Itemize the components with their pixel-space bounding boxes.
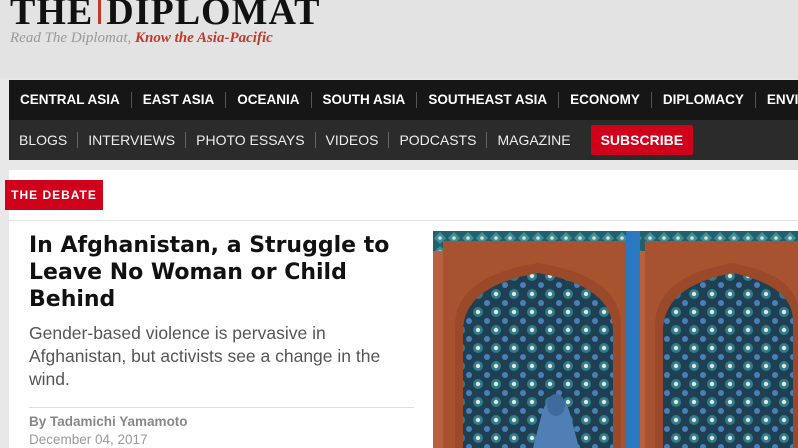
nav-videos[interactable]: VIDEOS [316,132,390,148]
nav-magazine[interactable]: MAGAZINE [487,132,580,148]
tagline-emphasis: Know the Asia-Pacific [135,30,273,46]
tagline: Read The Diplomat, Know the Asia-Pacific [10,30,273,47]
site-logo[interactable]: THE DIPLOMAT [10,0,320,34]
logo-divider [98,0,102,24]
nav-oceania[interactable]: OCEANIA [226,92,312,108]
nav-photo-essays[interactable]: PHOTO ESSAYS [186,132,316,148]
nav-economy[interactable]: ECONOMY [559,92,652,108]
logo-text-diplomat: DIPLOMAT [106,0,321,33]
article-byline[interactable]: By Tadamichi Yamamoto [29,414,188,429]
nav-east-asia[interactable]: EAST ASIA [132,92,227,108]
nav-south-asia[interactable]: SOUTH ASIA [312,92,418,108]
masthead: THE DIPLOMAT Read The Diplomat, Know the … [0,0,798,78]
nav-interviews[interactable]: INTERVIEWS [78,132,187,148]
logo-text-the: THE [10,0,94,33]
article-date: December 04, 2017 [29,432,148,447]
nav-environment[interactable]: ENVI [756,92,798,108]
nav-podcasts[interactable]: PODCASTS [389,132,488,148]
article-image[interactable] [433,231,798,448]
mosque-photo [433,231,798,448]
nav-blogs[interactable]: BLOGS [9,132,79,148]
secondary-nav: BLOGS INTERVIEWS PHOTO ESSAYS VIDEOS POD… [9,120,798,160]
article-summary: Gender-based violence is pervasive in Af… [29,323,381,389]
nav-central-asia[interactable]: CENTRAL ASIA [9,92,132,108]
section-divider [9,220,798,221]
subscribe-button[interactable]: SUBSCRIBE [590,125,694,155]
section-label[interactable]: THE DEBATE [5,180,103,210]
primary-nav: CENTRAL ASIA EAST ASIA OCEANIA SOUTH ASI… [9,80,798,120]
tagline-text: Read The Diplomat, [10,30,135,46]
nav-diplomacy[interactable]: DIPLOMACY [652,92,756,108]
article-title[interactable]: In Afghanistan, a Struggle to Leave No W… [29,232,409,313]
nav-southeast-asia[interactable]: SOUTHEAST ASIA [417,92,560,108]
byline-divider [29,407,414,408]
